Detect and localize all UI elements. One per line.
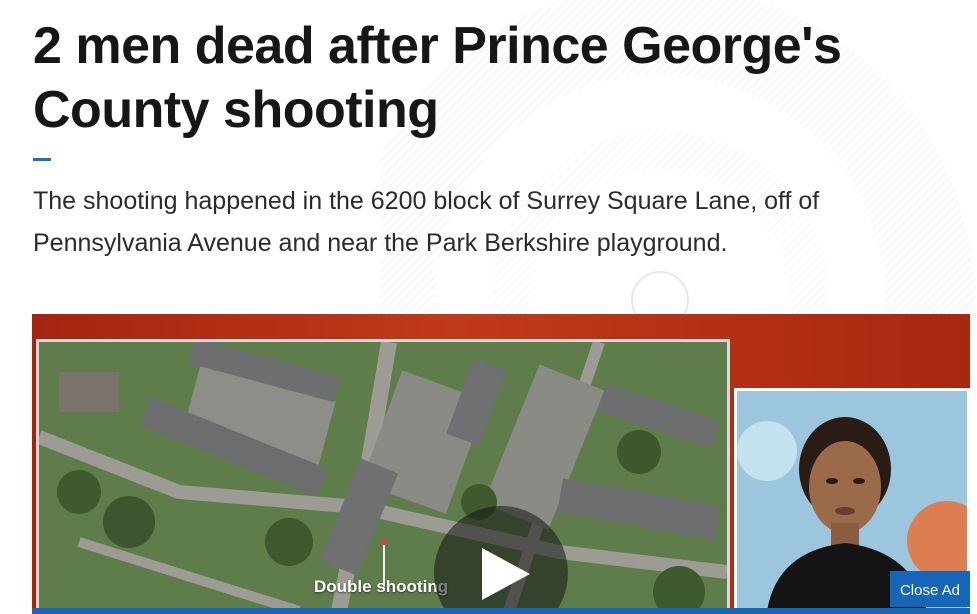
dek-line-2: Pennsylvania Avenue and near the Park Be… [33, 229, 728, 257]
video-lower-third: Double shooting [314, 577, 449, 596]
dek-line-1: The shooting happened in the 6200 block … [33, 187, 820, 215]
play-icon [482, 548, 530, 600]
headline-accent-rule [33, 158, 51, 161]
aerial-map-image [39, 342, 727, 611]
video-player[interactable]: Double shooting [32, 314, 970, 614]
article-headline: 2 men dead after Prince George's County … [33, 17, 842, 139]
video-progress-bar[interactable] [32, 608, 970, 614]
article-dek: The shooting happened in the 6200 block … [33, 180, 977, 264]
aerial-footage [36, 339, 730, 614]
close-ad-button[interactable]: Close Ad [890, 571, 970, 607]
